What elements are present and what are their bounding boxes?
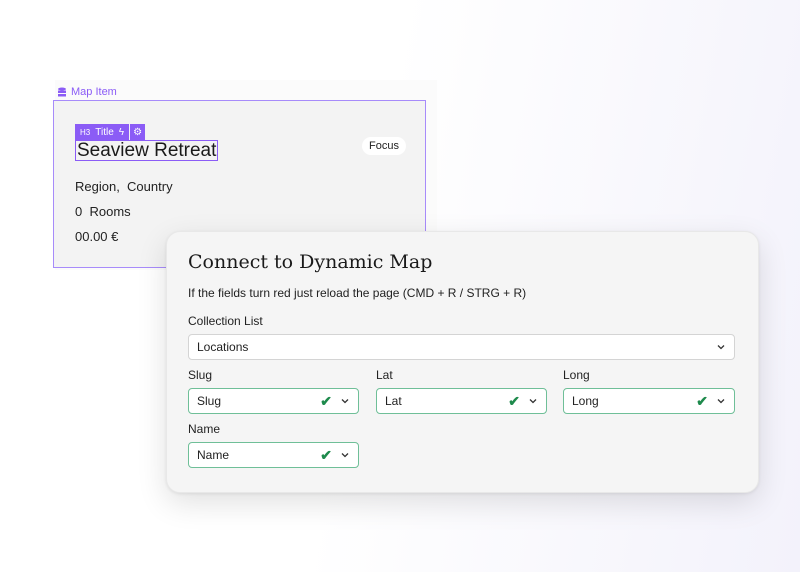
lat-label: Lat [376,368,393,382]
element-toolbar[interactable]: H3 Title ϟ ⚙ [75,124,146,140]
long-label: Long [563,368,590,382]
lat-select[interactable]: Lat ✔ [376,388,547,414]
item-title[interactable]: Seaview Retreat [75,140,219,161]
connect-dialog: Connect to Dynamic Map If the fields tur… [166,231,759,493]
gear-icon[interactable]: ⚙ [130,124,146,140]
chevron-down-icon [341,399,349,404]
check-icon: ✔ [320,446,332,463]
heading-tag[interactable]: H3 Title ϟ [75,124,130,140]
map-item-label[interactable]: Map Item [57,86,117,98]
dialog-title: Connect to Dynamic Map [188,251,433,273]
long-select[interactable]: Long ✔ [563,388,735,414]
collection-label: Collection List [188,314,263,328]
chevron-down-icon [341,453,349,458]
focus-badge[interactable]: Focus [362,137,406,155]
chevron-down-icon [529,399,537,404]
check-icon: ✔ [696,392,708,409]
chevron-down-icon [717,399,725,404]
chevron-down-icon [717,345,725,350]
price-line: 00.00 € [75,229,119,244]
lightning-icon: ϟ [118,126,125,138]
name-select[interactable]: Name ✔ [188,442,359,468]
name-label: Name [188,422,221,436]
check-icon: ✔ [320,392,332,409]
slug-label: Slug [188,368,213,382]
database-icon [58,87,66,97]
location-line: Region, Country [75,179,173,194]
collection-select[interactable]: Locations [188,334,735,360]
check-icon: ✔ [508,392,520,409]
rooms-line: 0 Rooms [75,204,131,219]
dialog-subtitle: If the fields turn red just reload the p… [188,286,527,300]
slug-select[interactable]: Slug ✔ [188,388,359,414]
